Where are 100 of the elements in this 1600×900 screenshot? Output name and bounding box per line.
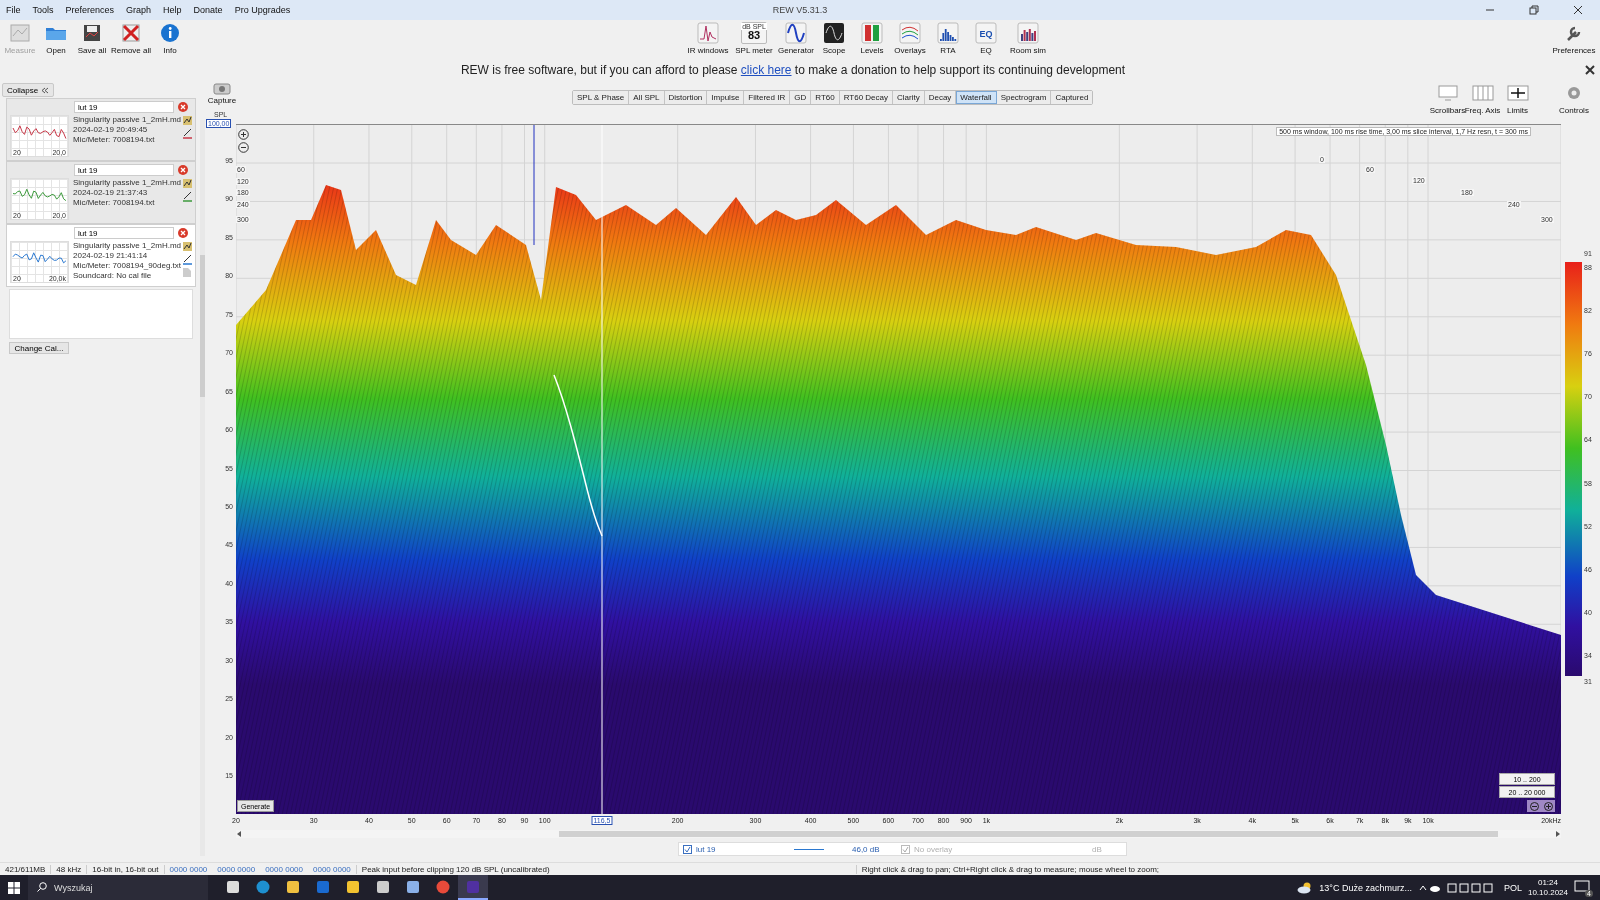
restore-icon xyxy=(1529,5,1539,15)
search-field[interactable]: Wyszukaj xyxy=(28,875,208,900)
toolbar-button[interactable]: IR windows xyxy=(686,22,730,55)
menu-item[interactable]: Tools xyxy=(26,5,60,15)
close-icon[interactable] xyxy=(178,165,188,175)
toolbar-button[interactable]: Remove all xyxy=(111,22,151,55)
zoom-out-icon[interactable] xyxy=(1529,801,1539,811)
cross-icon xyxy=(121,23,141,43)
name-field[interactable]: lut 19 xyxy=(74,227,174,239)
gear-icon xyxy=(1566,85,1582,101)
close-button[interactable] xyxy=(1584,64,1596,76)
graph-icon[interactable] xyxy=(183,242,192,251)
checkbox[interactable] xyxy=(683,844,692,854)
level-readout: 0000 0000 xyxy=(168,864,209,874)
memory-status: 421/611MB xyxy=(0,864,52,874)
arrow-right-icon[interactable] xyxy=(1555,831,1561,837)
toolbar-button[interactable]: RTA xyxy=(930,22,966,55)
graph-tab[interactable]: Spectrogram xyxy=(996,91,1052,104)
capture-button[interactable]: Capture xyxy=(207,80,237,105)
camera-icon xyxy=(213,81,231,95)
toolbar-button[interactable]: Open xyxy=(39,22,73,55)
measurement-info: 2024-02-19 21:41:14 xyxy=(73,251,149,261)
level-readout: 0000 0000 xyxy=(308,864,357,874)
pen-icon[interactable] xyxy=(183,191,192,202)
toolbar-button[interactable]: Save all xyxy=(75,22,109,55)
menu-item[interactable]: Help xyxy=(157,5,188,15)
graph-icon[interactable] xyxy=(183,179,192,188)
scrollbar[interactable] xyxy=(236,830,1561,838)
graph-icon[interactable] xyxy=(183,116,192,125)
toolbar-button[interactable]: Scope xyxy=(816,22,852,55)
measurement-info: Singularity passive 1_2mH.md xyxy=(73,241,179,251)
measurement-info: 2024-02-19 21:37:43 xyxy=(73,188,149,198)
columns-icon xyxy=(1471,85,1494,101)
toolbar-button[interactable]: Overlays xyxy=(892,22,928,55)
line-sample xyxy=(794,847,824,851)
trace-name: lut 19 xyxy=(696,844,717,854)
zoom-out-button[interactable] xyxy=(238,141,249,152)
level-readout: 0000 0000 xyxy=(264,864,304,874)
close-icon xyxy=(1584,64,1596,76)
weather-text[interactable]: 13°C Duże zachmurz... xyxy=(1319,882,1412,893)
toolbar-button[interactable]: Generator xyxy=(778,22,814,55)
menu-item[interactable]: Preferences xyxy=(59,5,121,15)
measurement-info: Singularity passive 1_2mH.md xyxy=(73,178,179,188)
change-cal-button[interactable]: Change Cal... xyxy=(9,342,69,354)
clock-date: 10.10.2024 xyxy=(1527,887,1568,898)
menu-item[interactable]: Graph xyxy=(120,5,158,15)
graph-tab[interactable]: RT60 xyxy=(811,91,840,104)
view-tool-button[interactable]: Controls xyxy=(1550,82,1598,115)
view-tool-button[interactable]: Scrollbars xyxy=(1431,82,1464,115)
graph-tab[interactable]: Filtered IR xyxy=(744,91,791,104)
hint-text: Right click & drag to pan; Ctrl+Right click & drag to measure; mouse wheel to zoom; xyxy=(860,864,1161,874)
view-tool-button[interactable]: Limits xyxy=(1501,82,1534,115)
pen-icon[interactable] xyxy=(183,128,192,139)
toolbar-button[interactable]: EQ EQ xyxy=(968,22,1004,55)
display-value: 83 xyxy=(747,30,761,41)
impulse-window-icon xyxy=(697,22,719,44)
close-icon xyxy=(1573,5,1583,15)
name-field[interactable]: lut 19 xyxy=(74,164,174,176)
toolbar-button[interactable]: Room sim xyxy=(1006,22,1050,55)
graph-tab[interactable]: All SPL xyxy=(629,91,665,104)
oscilloscope-icon xyxy=(823,22,845,44)
menu-item[interactable]: File xyxy=(0,5,27,15)
trace-value: 46,0 dB xyxy=(852,844,881,854)
arrow-left-icon[interactable] xyxy=(236,831,242,837)
measurement-info: Mic/Meter: 7008194_90deg.txt xyxy=(73,261,179,271)
graph-tab[interactable]: RT60 Decay xyxy=(839,91,893,104)
donation-link[interactable]: click here xyxy=(740,63,792,77)
zoom-in-icon[interactable] xyxy=(1543,801,1553,811)
menu-item[interactable]: Donate xyxy=(187,5,229,15)
zoom-controls[interactable] xyxy=(1527,800,1555,812)
close-icon[interactable] xyxy=(178,228,188,238)
graph-tab[interactable]: GD xyxy=(790,91,812,104)
toolbar-button[interactable]: Info xyxy=(153,22,187,55)
menu-item[interactable]: Pro Upgrades xyxy=(228,5,297,15)
graph-tab[interactable]: Captured xyxy=(1051,91,1093,104)
language-indicator[interactable]: POL xyxy=(1503,882,1522,893)
sample-rate: 48 kHz xyxy=(51,864,88,874)
graph-tab[interactable]: Waterfall xyxy=(956,91,997,104)
room-bars-icon xyxy=(1017,22,1039,44)
graph-tab[interactable]: SPL & Phase xyxy=(573,91,630,104)
graph-tab[interactable]: Impulse xyxy=(707,91,745,104)
collapse-button[interactable]: Collapse xyxy=(2,83,55,97)
scrollbar[interactable] xyxy=(200,120,205,856)
double-chevron-icon xyxy=(41,86,50,94)
level-bars-icon xyxy=(861,22,883,44)
name-field[interactable]: lut 19 xyxy=(74,101,174,113)
four-squares-icon xyxy=(8,881,20,894)
graph-tab[interactable]: Clarity xyxy=(893,91,925,104)
view-tool-button[interactable]: Freq. Axis xyxy=(1466,82,1499,115)
graph-tab[interactable]: Distortion xyxy=(664,91,708,104)
clock[interactable]: 01:24 10.10.2024 xyxy=(1527,877,1568,898)
close-icon[interactable] xyxy=(178,102,188,112)
zoom-in-button[interactable] xyxy=(238,128,249,139)
window-title: REW V5.31.3 xyxy=(772,5,828,15)
spectrum-bars-icon xyxy=(937,22,959,44)
eq-icon: EQ xyxy=(975,22,997,44)
toolbar-button[interactable]: Preferences xyxy=(1552,22,1596,55)
graph-tab[interactable]: Decay xyxy=(924,91,957,104)
pen-icon[interactable] xyxy=(183,254,192,265)
toolbar-button[interactable]: Levels xyxy=(854,22,890,55)
